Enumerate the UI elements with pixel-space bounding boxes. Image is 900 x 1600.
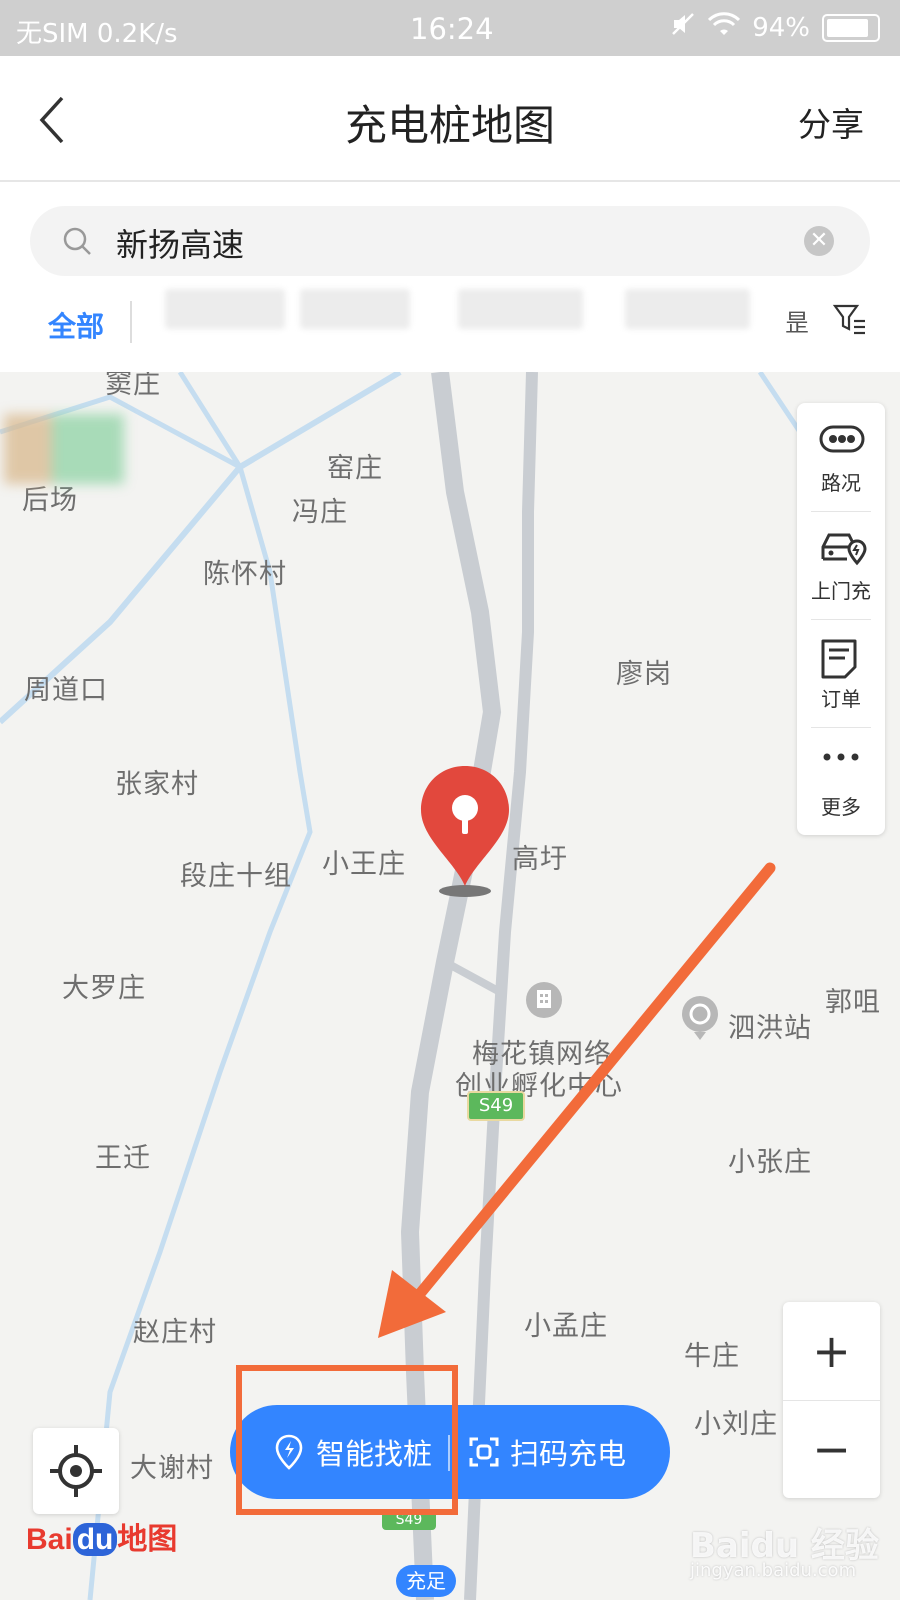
map-label: 牛庄: [684, 1341, 740, 1372]
locate-me-button[interactable]: [33, 1428, 119, 1514]
scan-icon: [469, 1437, 499, 1467]
tab-blurred-2[interactable]: [300, 289, 410, 329]
tab-blurred-4[interactable]: [625, 289, 750, 329]
home-charge-button[interactable]: 上门充: [797, 511, 885, 619]
tab-blurred-3[interactable]: [458, 289, 583, 329]
map-label: 廖岗: [616, 659, 672, 690]
filter-icon[interactable]: [832, 301, 868, 341]
map-label: 段庄十组: [180, 861, 292, 892]
zoom-out-button[interactable]: −: [783, 1400, 880, 1498]
status-bar: 无SIM 0.2K/s 16:24 94%: [0, 0, 900, 56]
scan-charge-button[interactable]: 扫码充电: [468, 1405, 626, 1499]
more-icon: [823, 753, 859, 761]
crosshair-icon: [50, 1445, 102, 1497]
mute-icon: [670, 11, 696, 44]
share-button[interactable]: 分享: [798, 98, 864, 146]
divider: [130, 301, 132, 343]
map-label: 大谢村: [130, 1453, 214, 1484]
map-label: 郭咀: [825, 987, 881, 1018]
map-label: 陈怀村: [203, 559, 287, 590]
map-label: 泗洪站: [728, 1013, 812, 1044]
map-label: 窑庄: [327, 453, 383, 484]
building-poi-icon[interactable]: [522, 980, 566, 1024]
map-label: 窦庄: [105, 372, 161, 400]
tab-all[interactable]: 全部: [48, 305, 104, 345]
more-button[interactable]: 更多: [797, 727, 885, 835]
highlight-box: [236, 1365, 458, 1515]
search-icon: [62, 226, 92, 260]
traffic-label: 路况: [821, 471, 861, 495]
orders-label: 订单: [821, 687, 861, 711]
battery-percent: 94%: [752, 12, 810, 43]
tab-blurred-1[interactable]: [165, 289, 285, 329]
filter-tabs: 全部 昰: [0, 287, 900, 357]
map-label: 小刘庄: [694, 1409, 778, 1440]
search-value: 新扬高速: [116, 226, 245, 264]
home-charge-label: 上门充: [811, 579, 871, 603]
map-label: 大罗庄: [62, 973, 146, 1004]
more-label: 更多: [821, 795, 861, 819]
map-label: 张家村: [115, 769, 199, 800]
clear-icon[interactable]: ✕: [804, 226, 834, 256]
search-input[interactable]: 新扬高速 ✕: [30, 206, 870, 276]
baidu-map-logo: Bai du 地图: [26, 1523, 178, 1556]
map-label: 冯庄: [292, 497, 348, 528]
tab-cut-label[interactable]: 昰: [785, 303, 809, 338]
zoom-in-button[interactable]: +: [783, 1302, 880, 1401]
carrier-network-status: 无SIM 0.2K/s: [16, 19, 178, 49]
wifi-icon: [708, 11, 741, 44]
zoom-control: + −: [783, 1302, 880, 1498]
station-poi-icon[interactable]: [678, 994, 722, 1042]
watermark-url: jingyan.baidu.com: [690, 1560, 857, 1581]
orders-button[interactable]: 订单: [797, 619, 885, 727]
traffic-icon: [819, 425, 865, 453]
map-label: 王迁: [95, 1143, 151, 1174]
map-label: 赵庄村: [133, 1317, 217, 1348]
status-right: 94%: [670, 11, 880, 44]
map-label: 高圩: [512, 844, 568, 875]
battery-icon: [822, 13, 880, 42]
side-panel: 路况 上门充 订单 更多: [797, 403, 885, 835]
search-section: 新扬高速 ✕ 全部 昰: [0, 182, 900, 372]
location-pin-icon[interactable]: [415, 764, 515, 904]
page-title: 充电桩地图: [344, 101, 555, 150]
top-nav-bar: 充电桩地图 分享: [0, 56, 900, 182]
map-label: 小王庄: [322, 849, 406, 880]
traffic-button[interactable]: 路况: [797, 403, 885, 511]
map-label: 小孟庄: [524, 1311, 608, 1342]
map-label: 周道口: [24, 675, 108, 706]
car-charge-icon: [821, 533, 867, 566]
blurred-map-label: [4, 414, 124, 484]
route-shield: S49: [467, 1091, 525, 1121]
clock: 16:24: [410, 12, 494, 46]
map-label: 小张庄: [728, 1147, 812, 1178]
scan-charge-label: 扫码充电: [510, 1437, 627, 1471]
charge-status-badge[interactable]: 充足: [396, 1565, 456, 1597]
order-icon: [821, 639, 857, 679]
